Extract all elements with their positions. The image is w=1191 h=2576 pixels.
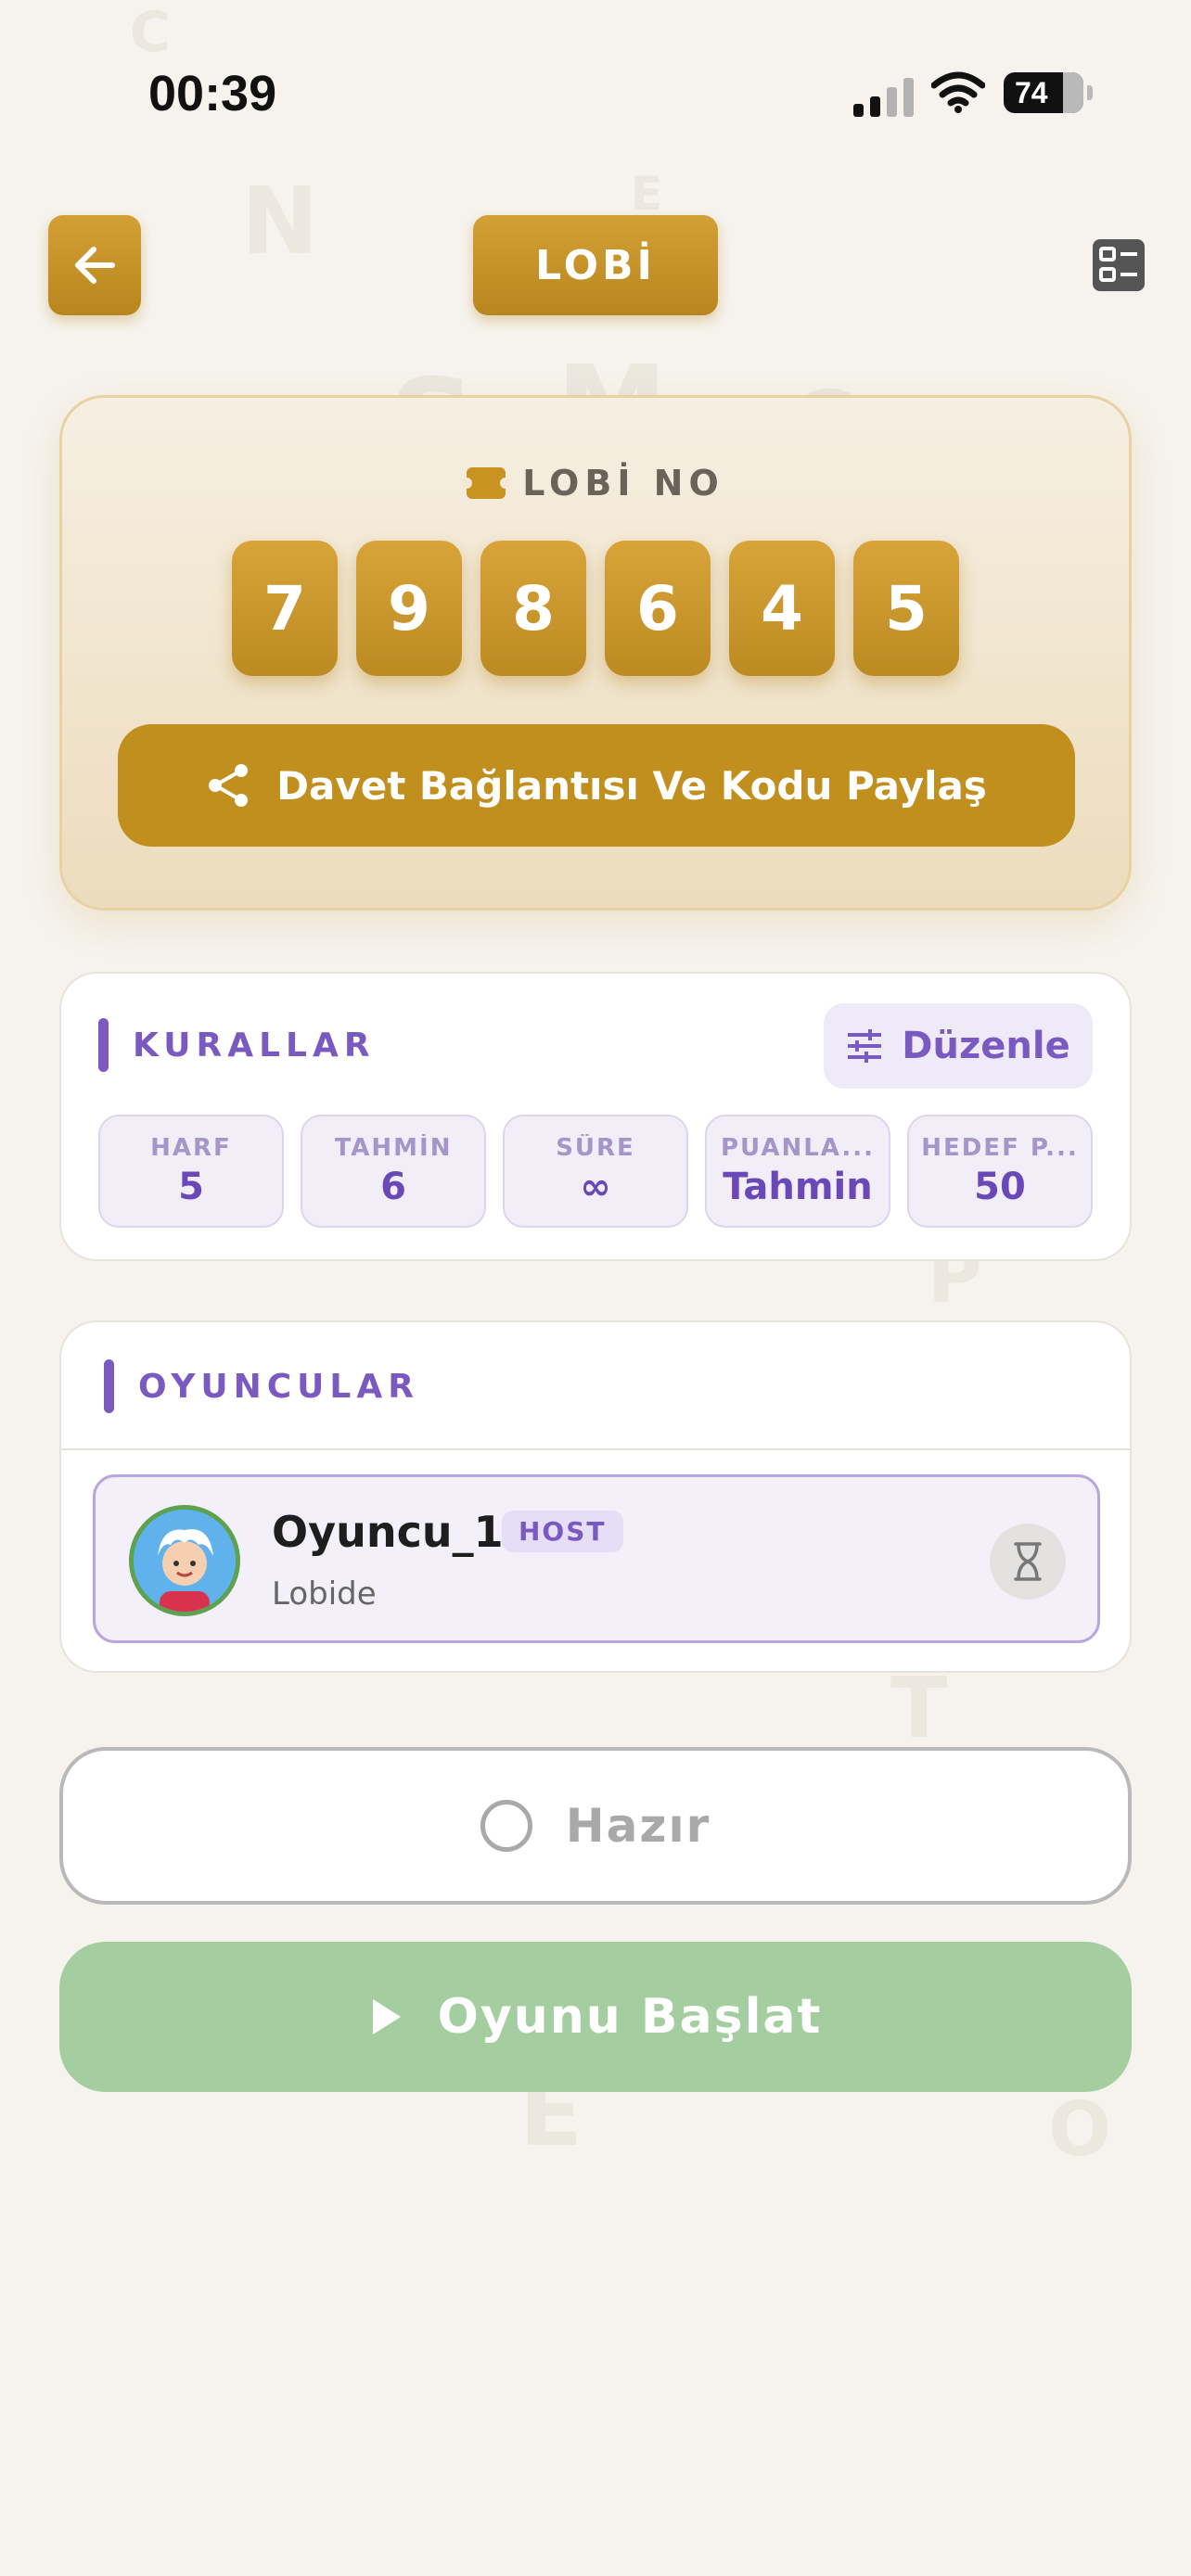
rules-grid: HARF 5 TAHMİN 6 SÜRE ∞ PUANLA... Tahmin … bbox=[98, 1115, 1093, 1228]
play-icon bbox=[372, 1999, 401, 2034]
rule-guesses: TAHMİN 6 bbox=[301, 1115, 486, 1228]
edit-label: Düzenle bbox=[902, 1025, 1070, 1067]
rules-header: KURALLAR bbox=[98, 1018, 376, 1072]
player-name: Oyuncu_1 bbox=[272, 1507, 504, 1557]
lobby-card: LOBİ NO 7 9 8 6 4 5 Davet Bağlantısı Ve … bbox=[59, 395, 1132, 911]
avatar bbox=[129, 1505, 240, 1616]
share-button-label: Davet Bağlantısı Ve Kodu Paylaş bbox=[276, 762, 987, 809]
rule-target-points: HEDEF P... 50 bbox=[907, 1115, 1093, 1228]
bg-letter: O bbox=[1048, 2086, 1112, 2173]
wifi-icon bbox=[930, 70, 986, 113]
sliders-icon bbox=[848, 1029, 882, 1063]
rule-letters: HARF 5 bbox=[98, 1115, 284, 1228]
players-title: OYUNCULAR bbox=[138, 1367, 419, 1406]
lobby-code: 7 9 8 6 4 5 bbox=[62, 541, 1129, 676]
rule-value: 5 bbox=[178, 1166, 204, 1208]
rule-value: 6 bbox=[380, 1166, 406, 1208]
rules-title: KURALLAR bbox=[133, 1026, 376, 1065]
section-accent-bar bbox=[98, 1018, 109, 1072]
rule-value: Tahmin bbox=[723, 1166, 873, 1208]
rule-scoring: PUANLA... Tahmin bbox=[705, 1115, 890, 1228]
bg-letter: T bbox=[890, 1660, 948, 1757]
status-bar: 00:39 74 bbox=[0, 0, 1191, 185]
ready-label: Hazır bbox=[565, 1799, 711, 1853]
code-digit: 4 bbox=[729, 541, 835, 676]
battery-level: 74 bbox=[1015, 75, 1048, 109]
ready-button[interactable]: Hazır bbox=[59, 1747, 1132, 1905]
start-game-button[interactable]: Oyunu Başlat bbox=[59, 1942, 1132, 2092]
ticket-icon bbox=[461, 467, 512, 499]
radio-circle-icon bbox=[480, 1800, 532, 1852]
rule-value: ∞ bbox=[580, 1166, 611, 1208]
start-label: Oyunu Başlat bbox=[437, 1989, 823, 2045]
signal-icon bbox=[853, 74, 915, 117]
list-layout-icon[interactable] bbox=[1091, 237, 1146, 293]
rules-card: KURALLAR Düzenle HARF 5 TAHMİN 6 SÜRE ∞ … bbox=[59, 972, 1132, 1261]
divider bbox=[61, 1448, 1130, 1450]
lobby-number-label: LOBİ NO bbox=[62, 463, 1129, 504]
share-icon bbox=[209, 764, 249, 807]
status-time: 00:39 bbox=[148, 66, 277, 121]
lobby-label-text: LOBİ NO bbox=[522, 463, 724, 504]
battery-cap bbox=[1087, 85, 1093, 100]
rule-label: PUANLA... bbox=[720, 1134, 876, 1162]
rule-label: SÜRE bbox=[556, 1134, 635, 1162]
battery-icon: 74 bbox=[1004, 72, 1083, 113]
arrow-left-icon bbox=[75, 247, 115, 284]
rule-label: TAHMİN bbox=[334, 1134, 453, 1162]
players-header: OYUNCULAR bbox=[104, 1359, 419, 1413]
code-digit: 7 bbox=[232, 541, 338, 676]
code-digit: 9 bbox=[356, 541, 462, 676]
hourglass-icon bbox=[990, 1524, 1066, 1600]
code-digit: 6 bbox=[605, 541, 711, 676]
page-title: LOBİ bbox=[473, 215, 718, 315]
player-status: Lobide bbox=[272, 1575, 377, 1613]
rule-time: SÜRE ∞ bbox=[503, 1115, 688, 1228]
player-row[interactable]: Oyuncu_1 HOST Lobide bbox=[93, 1474, 1100, 1643]
players-card: OYUNCULAR Oyuncu_1 HOST Lobide bbox=[59, 1320, 1132, 1673]
rule-label: HARF bbox=[150, 1134, 232, 1162]
host-badge: HOST bbox=[502, 1511, 623, 1552]
code-digit: 8 bbox=[480, 541, 586, 676]
back-button[interactable] bbox=[48, 215, 141, 315]
code-digit: 5 bbox=[853, 541, 959, 676]
edit-rules-button[interactable]: Düzenle bbox=[824, 1003, 1093, 1089]
share-invite-button[interactable]: Davet Bağlantısı Ve Kodu Paylaş bbox=[118, 724, 1075, 847]
rule-label: HEDEF P... bbox=[921, 1134, 1079, 1162]
rule-value: 50 bbox=[974, 1166, 1026, 1208]
section-accent-bar bbox=[104, 1359, 114, 1413]
